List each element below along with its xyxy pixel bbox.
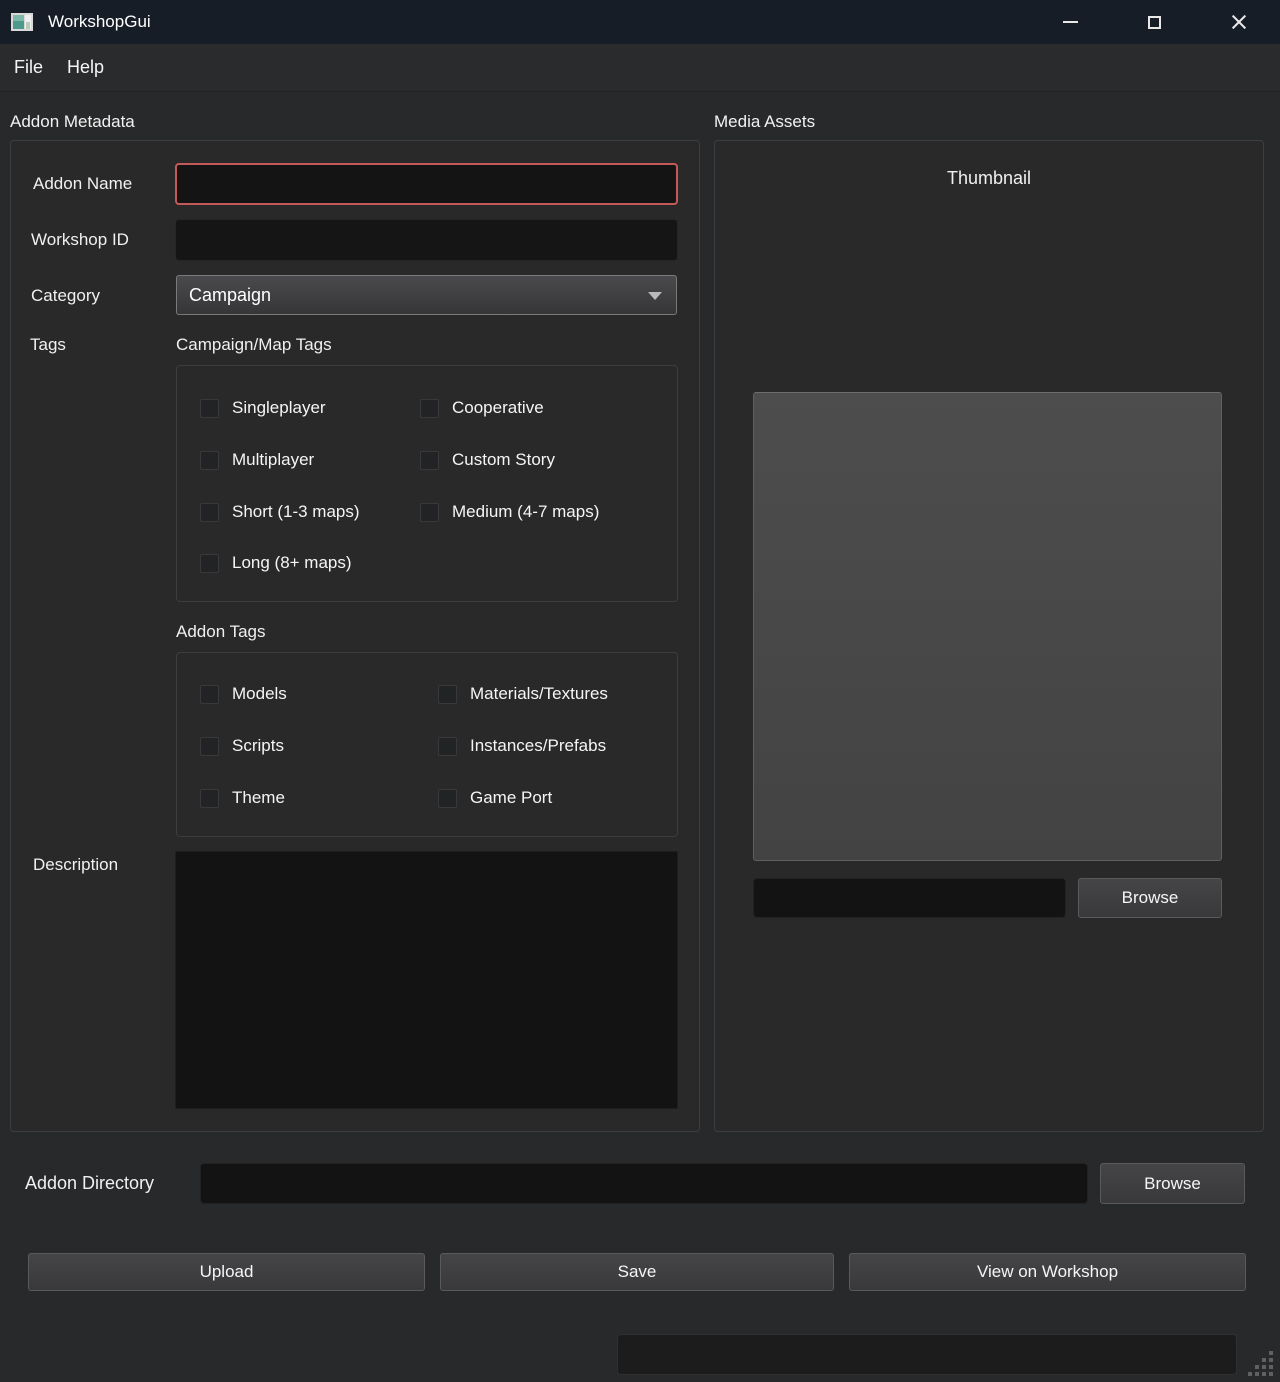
checkbox-box: [200, 451, 219, 470]
upload-button[interactable]: Upload: [28, 1253, 425, 1291]
addon-directory-label: Addon Directory: [25, 1173, 154, 1194]
directory-browse-button[interactable]: Browse: [1100, 1163, 1245, 1204]
description-textarea[interactable]: [175, 851, 678, 1109]
view-on-workshop-button[interactable]: View on Workshop: [849, 1253, 1246, 1291]
checkbox-label: Custom Story: [452, 450, 555, 470]
checkbox-long[interactable]: Long (8+ maps): [200, 551, 352, 575]
checkbox-label: Instances/Prefabs: [470, 736, 606, 756]
checkbox-box: [200, 399, 219, 418]
addon-name-label: Addon Name: [33, 174, 132, 194]
menu-help[interactable]: Help: [57, 53, 114, 82]
checkbox-label: Materials/Textures: [470, 684, 608, 704]
checkbox-theme[interactable]: Theme: [200, 786, 285, 810]
checkbox-box: [420, 399, 439, 418]
save-button[interactable]: Save: [440, 1253, 834, 1291]
checkbox-label: Multiplayer: [232, 450, 314, 470]
category-dropdown[interactable]: Campaign: [176, 275, 677, 315]
close-icon: [1231, 15, 1246, 30]
description-label: Description: [33, 855, 118, 875]
menubar: File Help: [0, 44, 1280, 92]
checkbox-box: [438, 685, 457, 704]
app-image-icon: [10, 10, 34, 34]
checkbox-label: Long (8+ maps): [232, 553, 352, 573]
thumbnail-label: Thumbnail: [714, 168, 1264, 189]
thumbnail-path-input[interactable]: [753, 878, 1066, 918]
checkbox-scripts[interactable]: Scripts: [200, 734, 284, 758]
thumbnail-browse-button[interactable]: Browse: [1078, 878, 1222, 918]
category-selected-value: Campaign: [189, 285, 271, 306]
addon-directory-input[interactable]: [200, 1163, 1088, 1204]
minimize-icon: [1063, 21, 1078, 23]
checkbox-box: [200, 503, 219, 522]
addon-tags-title: Addon Tags: [176, 622, 265, 642]
checkbox-label: Medium (4-7 maps): [452, 502, 599, 522]
checkbox-label: Scripts: [232, 736, 284, 756]
checkbox-label: Cooperative: [452, 398, 544, 418]
metadata-section-title: Addon Metadata: [10, 112, 135, 132]
minimize-button[interactable]: [1028, 0, 1112, 44]
workshop-id-input[interactable]: [175, 219, 678, 261]
checkbox-label: Singleplayer: [232, 398, 326, 418]
maximize-button[interactable]: [1112, 0, 1196, 44]
checkbox-label: Game Port: [470, 788, 552, 808]
checkbox-game-port[interactable]: Game Port: [438, 786, 552, 810]
maximize-icon: [1148, 16, 1161, 29]
campaign-tags-box: Singleplayer Cooperative Multiplayer Cus…: [176, 365, 678, 602]
checkbox-box: [438, 789, 457, 808]
checkbox-medium[interactable]: Medium (4-7 maps): [420, 500, 599, 524]
checkbox-box: [420, 451, 439, 470]
checkbox-box: [200, 789, 219, 808]
workshop-id-label: Workshop ID: [31, 230, 129, 250]
close-button[interactable]: [1196, 0, 1280, 44]
checkbox-box: [420, 503, 439, 522]
addon-name-input[interactable]: [175, 163, 678, 205]
checkbox-materials-textures[interactable]: Materials/Textures: [438, 682, 608, 706]
checkbox-box: [200, 685, 219, 704]
menu-file[interactable]: File: [4, 53, 53, 82]
window-title: WorkshopGui: [48, 12, 151, 32]
checkbox-instances-prefabs[interactable]: Instances/Prefabs: [438, 734, 606, 758]
checkbox-box: [200, 554, 219, 573]
status-progress-bar: [617, 1334, 1237, 1375]
checkbox-label: Theme: [232, 788, 285, 808]
titlebar: WorkshopGui: [0, 0, 1280, 44]
checkbox-cooperative[interactable]: Cooperative: [420, 396, 544, 420]
checkbox-label: Models: [232, 684, 287, 704]
checkbox-box: [438, 737, 457, 756]
addon-tags-box: Models Materials/Textures Scripts Instan…: [176, 652, 678, 837]
media-section-title: Media Assets: [714, 112, 815, 132]
tags-label: Tags: [30, 335, 66, 355]
campaign-tags-title: Campaign/Map Tags: [176, 335, 332, 355]
checkbox-label: Short (1-3 maps): [232, 502, 360, 522]
checkbox-custom-story[interactable]: Custom Story: [420, 448, 555, 472]
checkbox-models[interactable]: Models: [200, 682, 287, 706]
resize-grip[interactable]: [1248, 1351, 1276, 1379]
checkbox-box: [200, 737, 219, 756]
checkbox-multiplayer[interactable]: Multiplayer: [200, 448, 314, 472]
category-label: Category: [31, 286, 100, 306]
chevron-down-icon: [648, 292, 662, 300]
thumbnail-preview: [753, 392, 1222, 861]
checkbox-singleplayer[interactable]: Singleplayer: [200, 396, 326, 420]
checkbox-short[interactable]: Short (1-3 maps): [200, 500, 360, 524]
